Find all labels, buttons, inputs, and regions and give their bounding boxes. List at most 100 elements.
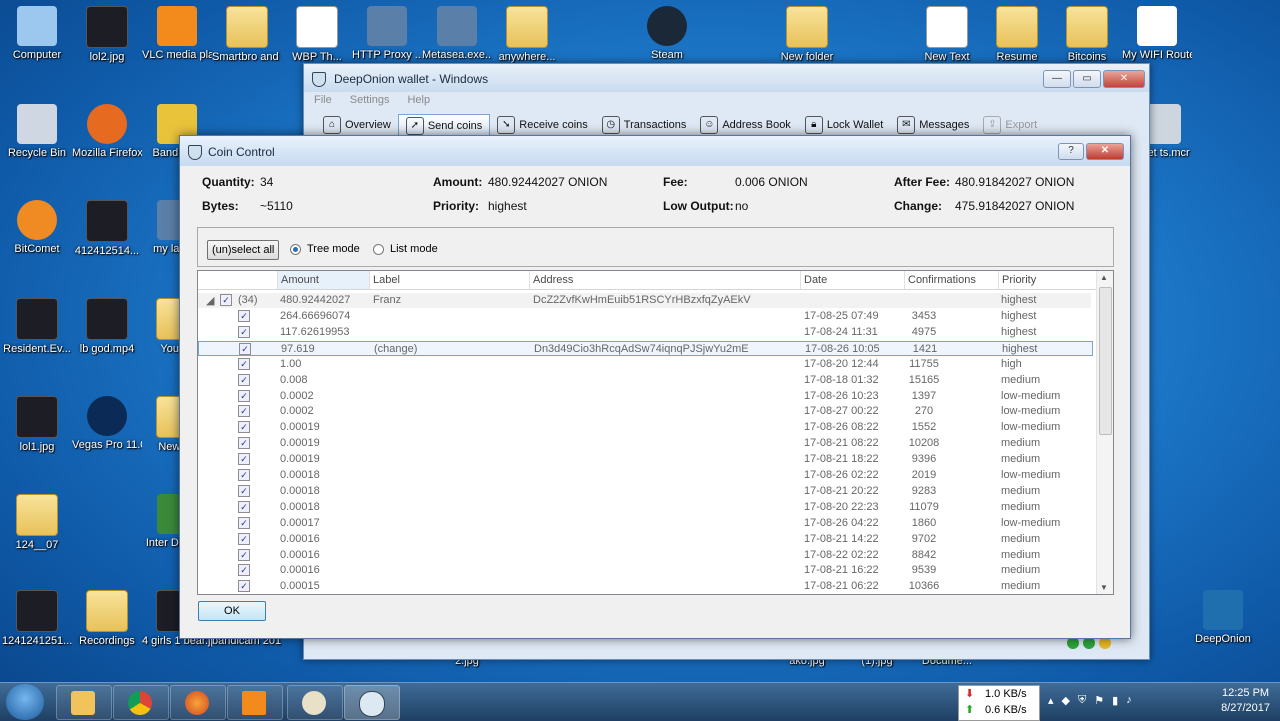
taskbar-paint[interactable]: [287, 685, 343, 720]
desktop-icon[interactable]: lol2.jpg: [72, 6, 142, 64]
desktop-icon[interactable]: 1241241251...: [2, 590, 72, 648]
start-button[interactable]: [6, 684, 44, 720]
tree-row[interactable]: ✓ 264.66696074 17-08-25 07:49 3453 highest: [198, 309, 1091, 324]
checkbox-checked-icon[interactable]: ✓: [238, 580, 250, 593]
checkbox-checked-icon[interactable]: ✓: [238, 310, 250, 322]
column-label[interactable]: Label: [369, 271, 529, 289]
tray-shield-icon[interactable]: ⛨: [1078, 694, 1086, 707]
desktop-icon[interactable]: lb god.mp4: [72, 298, 142, 356]
tab-messages[interactable]: ✉ Messages: [890, 114, 976, 136]
desktop-icon[interactable]: 412412514...: [72, 200, 142, 258]
column-priority[interactable]: Priority: [998, 271, 1096, 289]
checkbox-checked-icon[interactable]: ✓: [238, 548, 250, 561]
desktop-icon[interactable]: Bitcoins: [1052, 6, 1122, 64]
checkbox-checked-icon[interactable]: ✓: [238, 389, 250, 402]
desktop-icon[interactable]: Computer: [2, 6, 72, 62]
tree-row[interactable]: ✓ 0.00016 17-08-22 02:22 8842 medium: [198, 548, 1091, 563]
tray-expand-icon[interactable]: ▴: [1048, 694, 1054, 707]
tray-network-icon[interactable]: ▮: [1112, 694, 1118, 707]
column-check[interactable]: [198, 271, 275, 289]
desktop-icon[interactable]: Recycle Bin: [2, 104, 72, 160]
select-all-button[interactable]: (un)select all: [207, 240, 280, 260]
desktop-icon[interactable]: Metasea.exe...: [422, 6, 492, 62]
tree-row[interactable]: ✓ 1.00 17-08-20 12:44 11755 high: [198, 357, 1091, 372]
tree-row[interactable]: ✓ 0.00016 17-08-21 14:22 9702 medium: [198, 532, 1091, 547]
desktop-icon[interactable]: Smartbro and TM wi...: [212, 6, 282, 64]
desktop-icon[interactable]: BitComet: [2, 200, 72, 256]
desktop-icon[interactable]: Resident.Ev...: [2, 298, 72, 356]
tree-mode-radio[interactable]: Tree mode: [290, 243, 360, 255]
menu-settings[interactable]: Settings: [350, 94, 390, 106]
desktop-icon[interactable]: VLC media player: [142, 6, 212, 62]
minimize-button[interactable]: —: [1043, 70, 1071, 88]
wallet-title-bar[interactable]: DeepOnion wallet - Windows — ▭ ✕: [304, 64, 1149, 92]
desktop-icon[interactable]: WBP Th...: [282, 6, 352, 64]
taskbar-explorer[interactable]: [56, 685, 112, 720]
close-button[interactable]: ✕: [1086, 143, 1124, 160]
checkbox-checked-icon[interactable]: ✓: [238, 469, 250, 481]
tab-receive-coins[interactable]: ➘ Receive coins: [490, 114, 594, 136]
desktop-icon[interactable]: anywhere...: [492, 6, 562, 64]
tree-row[interactable]: ✓ 0.0002 17-08-27 00:22 270 low-medium: [198, 404, 1091, 419]
tree-row[interactable]: ✓ 0.00019 17-08-21 18:22 9396 medium: [198, 452, 1091, 467]
coin-control-title-bar[interactable]: Coin Control ? ✕: [180, 136, 1130, 166]
checkbox-checked-icon[interactable]: ✓: [238, 437, 250, 450]
checkbox-checked-icon[interactable]: ✓: [238, 516, 250, 529]
checkbox-checked-icon[interactable]: ✓: [220, 294, 232, 306]
clock[interactable]: 12:25 PM 8/27/2017: [1221, 686, 1270, 716]
list-mode-radio[interactable]: List mode: [373, 243, 438, 255]
tree-row[interactable]: ✓ 0.00019 17-08-21 08:22 10208 medium: [198, 436, 1091, 451]
tree-row[interactable]: ✓ 0.00018 17-08-21 20:22 9283 medium: [198, 484, 1091, 499]
checkbox-checked-icon[interactable]: ✓: [238, 405, 250, 418]
help-button[interactable]: ?: [1058, 143, 1084, 160]
desktop-icon[interactable]: My WIFI Router: [1122, 6, 1192, 62]
taskbar-deeponion[interactable]: [344, 685, 400, 720]
tree-row[interactable]: ✓ 0.008 17-08-18 01:32 15165 medium: [198, 373, 1091, 388]
tree-row[interactable]: ✓ 0.00017 17-08-26 04:22 1860 low-medium: [198, 516, 1091, 531]
desktop-icon[interactable]: Steam: [632, 6, 702, 62]
desktop-icon[interactable]: DeepOnion: [1188, 590, 1258, 646]
checkbox-checked-icon[interactable]: ✓: [239, 342, 251, 355]
menu-help[interactable]: Help: [407, 94, 430, 106]
tree-row[interactable]: ✓ 0.00016 17-08-21 16:22 9539 medium: [198, 563, 1091, 578]
ok-button[interactable]: OK: [198, 601, 266, 621]
taskbar-vlc[interactable]: [227, 685, 283, 720]
checkbox-checked-icon[interactable]: ✓: [238, 484, 250, 497]
tree-row[interactable]: ✓ 0.0002 17-08-26 10:23 1397 low-medium: [198, 389, 1091, 404]
tree-row[interactable]: ✓ 0.00018 17-08-20 22:23 11079 medium: [198, 500, 1091, 515]
column-address[interactable]: Address: [529, 271, 800, 289]
tab-overview[interactable]: ⌂ Overview: [316, 114, 398, 136]
desktop-icon[interactable]: HTTP Proxy ...: [352, 6, 422, 62]
checkbox-checked-icon[interactable]: ✓: [238, 373, 250, 386]
checkbox-checked-icon[interactable]: ✓: [238, 325, 250, 338]
maximize-button[interactable]: ▭: [1073, 70, 1101, 88]
taskbar-firefox[interactable]: [170, 685, 226, 720]
taskbar-chrome[interactable]: [113, 685, 169, 720]
close-button[interactable]: ✕: [1103, 70, 1145, 88]
tree-row[interactable]: ✓ 0.00015 17-08-21 06:22 10366 medium: [198, 579, 1091, 594]
desktop-icon[interactable]: Mozilla Firefox: [72, 104, 142, 160]
desktop-icon[interactable]: Resume: [982, 6, 1052, 64]
menu-file[interactable]: File: [314, 94, 332, 106]
column-confirmations[interactable]: Confirmations: [904, 271, 998, 289]
desktop-icon[interactable]: Vegas Pro 11.0: [72, 396, 142, 452]
scroll-up-icon[interactable]: ▲: [1100, 273, 1108, 282]
scroll-down-icon[interactable]: ▼: [1100, 583, 1108, 592]
desktop-icon[interactable]: New folder: [772, 6, 842, 64]
desktop-icon[interactable]: New Text: [912, 6, 982, 64]
checkbox-checked-icon[interactable]: ✓: [238, 357, 250, 370]
checkbox-checked-icon[interactable]: ✓: [238, 421, 250, 434]
tree-parent-row[interactable]: ◢ ✓ (34) 480.92442027 Franz DcZ2ZvfKwHmE…: [198, 293, 1091, 308]
tree-row[interactable]: ✓ 117.62619953 17-08-24 11:31 4975 highest: [198, 325, 1091, 340]
tree-row[interactable]: ✓ 0.00018 17-08-26 02:22 2019 low-medium: [198, 468, 1091, 483]
desktop-icon[interactable]: 124__07: [2, 494, 72, 552]
tab-transactions[interactable]: ◷ Transactions: [595, 114, 694, 136]
tree-row[interactable]: ✓ 0.00019 17-08-26 08:22 1552 low-medium: [198, 420, 1091, 435]
column-amount[interactable]: Amount: [277, 271, 369, 289]
column-date[interactable]: Date: [800, 271, 904, 289]
checkbox-checked-icon[interactable]: ✓: [238, 564, 250, 577]
desktop-icon[interactable]: Recordings: [72, 590, 142, 648]
tab-export[interactable]: ⇪ Export: [976, 114, 1044, 136]
tray-volume-icon[interactable]: ♪: [1126, 694, 1132, 707]
tree-row[interactable]: ✓ 97.619 (change) Dn3d49Cio3hRcqAdSw74iqnqP…: [198, 340, 1093, 356]
